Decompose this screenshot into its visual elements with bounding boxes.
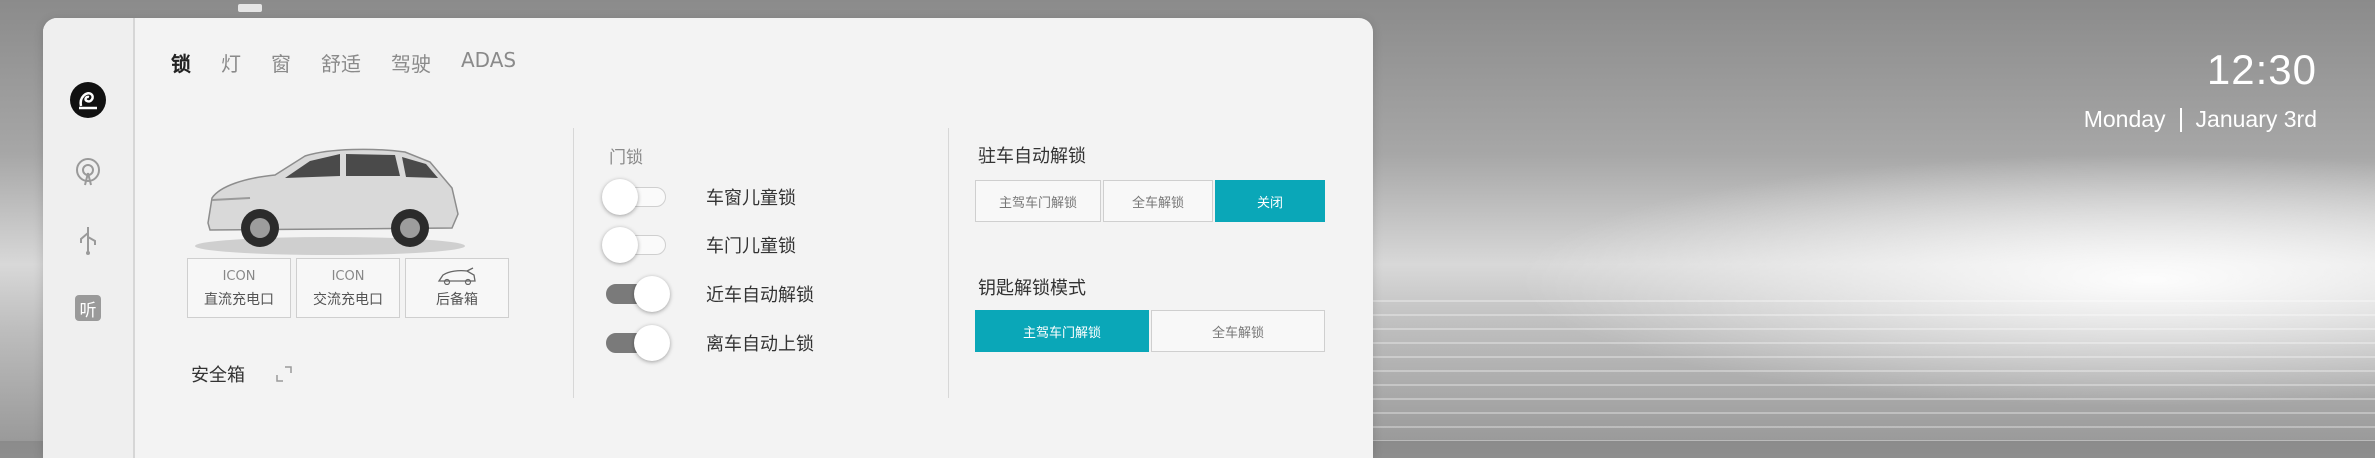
expand-icon[interactable] [275, 365, 293, 383]
nio-logo-icon[interactable] [68, 80, 108, 120]
tab-adas[interactable]: ADAS [461, 48, 516, 77]
toggle-switch[interactable] [606, 276, 670, 312]
vehicle-image [190, 128, 470, 258]
divider [948, 128, 949, 398]
ac-charge-label: 交流充电口 [313, 292, 383, 308]
trunk-icon [437, 267, 477, 285]
park-unlock-all-option[interactable]: 全车解锁 [1103, 180, 1213, 222]
date: January 3rd [2195, 106, 2317, 132]
tab-windows[interactable]: 窗 [271, 48, 291, 77]
date-display: Monday January 3rd [2084, 106, 2317, 133]
ac-charge-icon: ICON [331, 268, 365, 284]
listen-icon-glyph: 听 [75, 295, 101, 321]
park-unlock-driver-door-option[interactable]: 主驾车门解锁 [975, 180, 1101, 222]
trunk-label: 后备箱 [436, 292, 478, 308]
toggle-label: 车窗儿童锁 [706, 188, 796, 209]
key-unlock-title: 钥匙解锁模式 [978, 278, 1086, 299]
category-tabs: 锁 灯 窗 舒适 驾驶 ADAS [171, 48, 546, 77]
park-unlock-title: 驻车自动解锁 [978, 146, 1086, 167]
background-horizon [1370, 300, 2375, 441]
toggle-switch[interactable] [606, 325, 670, 361]
radio-icon[interactable] [68, 152, 108, 192]
vehicle-settings-panel: 听 锁 灯 窗 舒适 驾驶 ADAS ICON 直流充电口 ICON 交流充电口… [43, 18, 1373, 458]
tab-comfort[interactable]: 舒适 [321, 48, 361, 77]
dc-charge-port-button[interactable]: ICON 直流充电口 [187, 258, 291, 318]
toggle-walkaway-lock[interactable]: 离车自动上锁 [606, 325, 814, 361]
toggle-switch[interactable] [602, 227, 666, 263]
tab-driving[interactable]: 驾驶 [391, 48, 431, 77]
divider [573, 128, 574, 398]
date-separator [2179, 107, 2182, 132]
park-unlock-options: 主驾车门解锁 全车解锁 关闭 [975, 180, 1327, 222]
tab-lock[interactable]: 锁 [171, 48, 191, 77]
ac-charge-port-button[interactable]: ICON 交流充电口 [296, 258, 400, 318]
dc-charge-icon: ICON [222, 268, 256, 284]
park-unlock-off-option[interactable]: 关闭 [1215, 180, 1325, 222]
toggle-label: 近车自动解锁 [706, 285, 814, 306]
toggle-approach-unlock[interactable]: 近车自动解锁 [606, 276, 814, 312]
toggle-window-child-lock[interactable]: 车窗儿童锁 [602, 179, 796, 215]
clock: 12:30 [2206, 46, 2317, 93]
tab-lights[interactable]: 灯 [221, 48, 241, 77]
safe-box[interactable]: 安全箱 [191, 361, 293, 387]
weekday: Monday [2083, 106, 2166, 132]
key-unlock-options: 主驾车门解锁 全车解锁 [975, 310, 1327, 352]
drag-handle[interactable] [238, 4, 262, 12]
toggle-door-child-lock[interactable]: 车门儿童锁 [602, 227, 796, 263]
trunk-button[interactable]: 后备箱 [405, 258, 509, 318]
key-unlock-driver-door-option[interactable]: 主驾车门解锁 [975, 310, 1149, 352]
listen-icon[interactable]: 听 [68, 288, 108, 328]
vehicle-features: ICON 直流充电口 ICON 交流充电口 后备箱 [187, 258, 509, 318]
toggle-label: 车门儿童锁 [706, 236, 796, 257]
safe-box-label: 安全箱 [191, 365, 245, 386]
main-content: 锁 灯 窗 舒适 驾驶 ADAS ICON 直流充电口 ICON 交流充电口 后… [135, 18, 1373, 458]
sidebar: 听 [43, 18, 135, 458]
door-lock-title: 门锁 [609, 148, 643, 168]
dc-charge-label: 直流充电口 [204, 292, 274, 308]
toggle-label: 离车自动上锁 [706, 334, 814, 355]
key-unlock-all-option[interactable]: 全车解锁 [1151, 310, 1325, 352]
usb-icon[interactable] [68, 220, 108, 260]
toggle-switch[interactable] [602, 179, 666, 215]
